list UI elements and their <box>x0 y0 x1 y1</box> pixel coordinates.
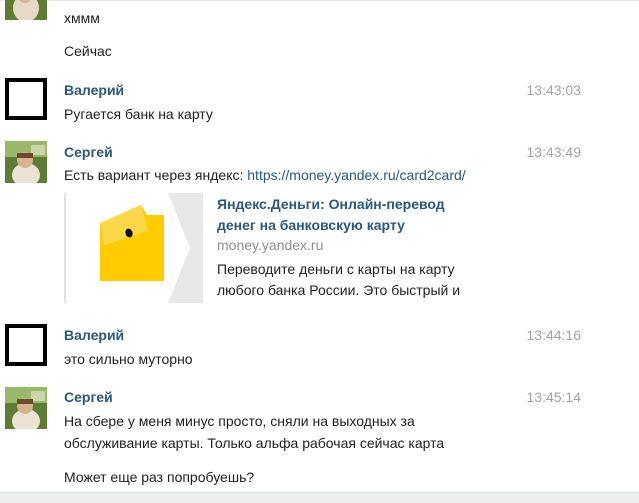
timestamp[interactable]: 13:45:14 <box>527 389 582 405</box>
chat-history: хммм Сейчас Валерий 13:43:03 Ругается ба… <box>0 0 639 503</box>
preview-description: Переводите деньги с карты на карту любог… <box>217 259 502 301</box>
author-name[interactable]: Валерий <box>64 327 124 343</box>
avatar-photo-image <box>5 0 47 20</box>
message-text: это сильно муторно <box>64 351 193 367</box>
link-preview[interactable]: Яндекс.Деньги: Онлайн-перевод денег на б… <box>64 193 504 303</box>
timestamp[interactable]: 13:43:03 <box>527 82 582 98</box>
preview-title[interactable]: Яндекс.Деньги: Онлайн-перевод денег на б… <box>217 194 497 236</box>
preview-description-line: Переводите деньги с карты на карту <box>217 261 455 277</box>
avatar-sergey[interactable] <box>5 141 47 183</box>
avatar-valery[interactable] <box>5 324 47 366</box>
preview-title-line: денег на банковскую карту <box>217 217 405 233</box>
message-link[interactable]: https://money.yandex.ru/card2card/ <box>247 167 465 183</box>
message-text: Может еще раз попробуешь? <box>64 469 255 485</box>
yandex-money-wallet-icon[interactable] <box>68 193 203 303</box>
timestamp[interactable]: 13:43:49 <box>527 144 582 160</box>
preview-domain: money.yandex.ru <box>217 237 324 253</box>
author-name[interactable]: Валерий <box>64 82 124 98</box>
message-text-prefix: Есть вариант через яндекс: <box>64 167 248 183</box>
avatar-photo-image <box>5 141 47 183</box>
avatar-valery[interactable] <box>5 78 47 120</box>
author-name[interactable]: Сергей <box>64 144 113 160</box>
top-divider <box>0 0 639 1</box>
author-name[interactable]: Сергей <box>64 389 113 405</box>
message-text: хммм <box>64 10 100 26</box>
avatar-photo-image <box>5 387 47 429</box>
message-text: обслуживание карты. Только альфа рабочая… <box>64 435 445 451</box>
preview-title-line: Яндекс.Деньги: Онлайн-перевод <box>217 196 445 212</box>
preview-description-line: любого банка России. Это быстрый и <box>217 282 461 298</box>
message-text: Ругается банк на карту <box>64 106 213 122</box>
message-text: На сбере у меня минус просто, сняли на в… <box>64 413 415 429</box>
avatar-sergey-partial[interactable] <box>5 0 47 20</box>
message-text: Есть вариант через яндекс: https://money… <box>64 164 466 186</box>
composer-area-edge <box>0 492 639 503</box>
message-text: Сейчас <box>64 43 112 59</box>
timestamp[interactable]: 13:44:16 <box>527 327 582 343</box>
avatar-sergey[interactable] <box>5 387 47 429</box>
